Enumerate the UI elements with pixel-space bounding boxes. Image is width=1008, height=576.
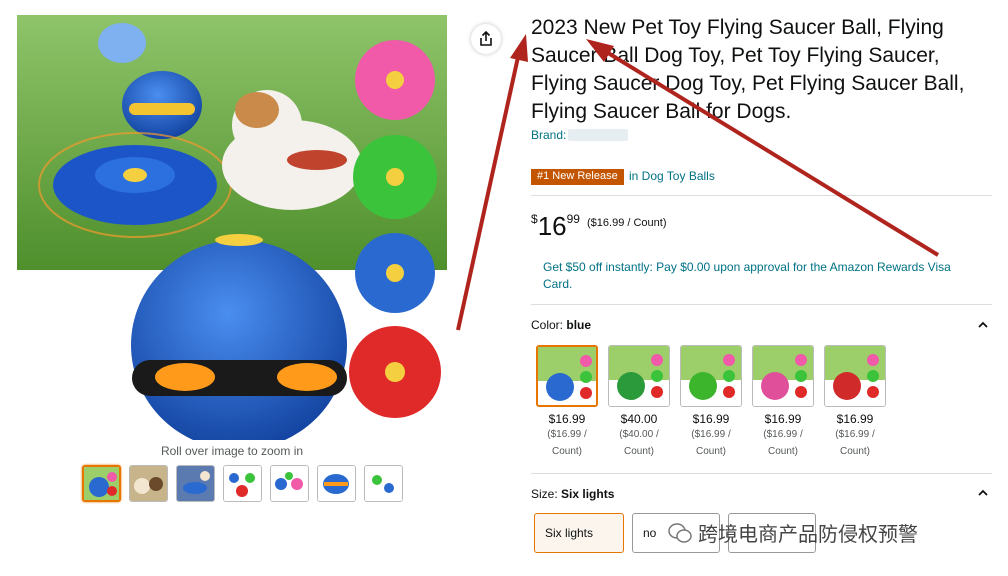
color-swatch[interactable]: $16.99 ($16.99 / Count) xyxy=(535,345,599,460)
main-product-image[interactable] xyxy=(17,15,447,440)
swatch-unit: Count) xyxy=(839,446,870,457)
swatch-ball xyxy=(617,372,645,400)
size-label: Size: Six lights xyxy=(531,487,615,501)
thumbnail-7[interactable] xyxy=(364,465,403,502)
swatch-unit: Count) xyxy=(623,446,654,457)
share-button[interactable] xyxy=(471,24,501,54)
color-selected: blue xyxy=(566,318,592,332)
swatch-image xyxy=(680,345,742,407)
swatch-unit: ($16.99 / xyxy=(691,429,731,440)
thumbnail-5[interactable] xyxy=(270,465,309,502)
color-swatch[interactable]: $16.99 ($16.99 / Count) xyxy=(823,345,887,460)
rewards-promo-link[interactable]: Get $50 off instantly: Pay $0.00 upon ap… xyxy=(543,259,983,293)
brand-link[interactable]: Brand: xyxy=(531,128,629,142)
watermark: 跨境电商产品防侵权预警 xyxy=(668,518,918,547)
swatch-unit: ($16.99 / xyxy=(547,429,587,440)
chevron-up-icon[interactable] xyxy=(978,320,988,330)
brand-label: Brand: xyxy=(531,128,567,142)
swatch-unit: ($16.99 / xyxy=(835,429,875,440)
swatch-price: $16.99 xyxy=(548,412,586,426)
divider xyxy=(531,473,992,474)
swatch-ball xyxy=(761,372,789,400)
swatch-unit: ($16.99 / xyxy=(763,429,803,440)
best-seller-badge[interactable]: #1 New Release xyxy=(531,169,624,185)
swatch-image xyxy=(752,345,814,407)
watermark-text: 跨境电商产品防侵权预警 xyxy=(698,524,918,546)
thumbnail-2[interactable] xyxy=(129,465,168,502)
annotation-arrow-1 xyxy=(456,34,528,331)
swatch-unit: Count) xyxy=(767,446,798,457)
swatch-image xyxy=(536,345,598,407)
price-symbol: $ xyxy=(531,212,538,226)
divider xyxy=(531,195,992,196)
color-label: Color: blue xyxy=(531,318,592,332)
wechat-logo-icon xyxy=(668,522,692,543)
swatch-price: $40.00 xyxy=(620,412,658,426)
price: $ 16 99 xyxy=(531,211,580,242)
swatch-image xyxy=(608,345,670,407)
swatch-ball xyxy=(833,372,861,400)
swatch-unit: Count) xyxy=(695,446,726,457)
color-swatch[interactable]: $16.99 ($16.99 / Count) xyxy=(751,345,815,460)
size-selected: Six lights xyxy=(561,487,615,501)
product-title: 2023 New Pet Toy Flying Saucer Ball, Fly… xyxy=(531,16,965,123)
thumbnail-4[interactable] xyxy=(223,465,262,502)
color-swatches: $16.99 ($16.99 / Count) $40.00 ($40.00 / Coun… xyxy=(535,345,887,460)
color-swatch[interactable]: $40.00 ($40.00 / Count) xyxy=(607,345,671,460)
thumbnail-3[interactable] xyxy=(176,465,215,502)
swatch-ball xyxy=(689,372,717,400)
swatch-unit: ($40.00 / xyxy=(619,429,659,440)
brand-name-redacted xyxy=(568,129,629,141)
color-swatch[interactable]: $16.99 ($16.99 / Count) xyxy=(679,345,743,460)
thumbnail-strip xyxy=(82,465,403,502)
swatch-price: $16.99 xyxy=(692,412,730,426)
price-per-unit: ($16.99 / Count) xyxy=(587,217,667,229)
divider xyxy=(531,304,992,305)
chevron-up-icon[interactable] xyxy=(978,488,988,498)
swatch-price: $16.99 xyxy=(764,412,802,426)
size-option-six-lights[interactable]: Six lights xyxy=(534,513,624,553)
swatch-price: $16.99 xyxy=(836,412,874,426)
zoom-hint: Roll over image to zoom in xyxy=(160,444,304,458)
share-icon xyxy=(480,31,492,46)
swatch-ball xyxy=(546,373,574,401)
swatch-unit: Count) xyxy=(551,446,582,457)
price-whole: 16 xyxy=(537,211,567,241)
thumbnail-1[interactable] xyxy=(82,465,121,502)
swatch-image xyxy=(824,345,886,407)
thumbnail-6[interactable] xyxy=(317,465,356,502)
badge-category-link[interactable]: in Dog Toy Balls xyxy=(629,169,715,183)
price-fraction: 99 xyxy=(566,212,580,226)
